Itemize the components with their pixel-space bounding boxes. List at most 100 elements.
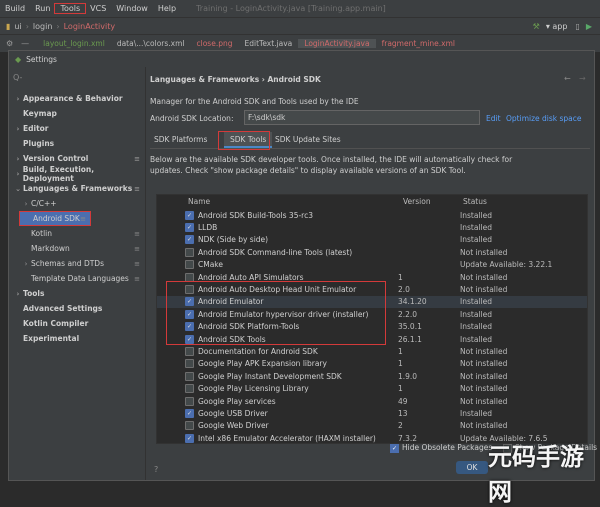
breadcrumb-ui[interactable]: ui [10, 22, 25, 31]
row-checkbox[interactable]: ✓ [185, 210, 194, 220]
tab-sdk-update-sites[interactable]: SDK Update Sites [275, 132, 341, 146]
table-row[interactable]: Documentation for Android SDK 1 Not instal… [157, 345, 587, 357]
sidebar-item-plugins[interactable]: Plugins [9, 136, 145, 151]
table-row[interactable]: CMake Update Available: 3.22.1 [157, 259, 587, 271]
row-checkbox[interactable]: ✓ [185, 223, 194, 233]
tab-layout-login[interactable]: layout_login.xml [37, 39, 111, 48]
back-arrow-icon[interactable]: ← [564, 74, 571, 83]
sidebar-item-tools[interactable]: › Tools [9, 286, 145, 301]
sidebar-item-build-execution-deployment[interactable]: › Build, Execution, Deployment [9, 164, 145, 183]
row-checkbox[interactable] [185, 371, 194, 381]
row-checkbox[interactable] [185, 247, 194, 257]
sidebar-item-editor[interactable]: › Editor [9, 121, 145, 136]
sidebar-item-android-sdk[interactable]: Android SDK ≡ [19, 211, 91, 226]
menu-tools[interactable]: Tools [54, 3, 87, 14]
project-settings-icon: ≡ [80, 214, 86, 223]
tab-loginactivity[interactable]: LoginActivity.java [298, 39, 376, 48]
settings-search-input[interactable]: Q- [13, 69, 141, 85]
table-row[interactable]: Google Play Licensing Library 1 Not instal… [157, 383, 587, 395]
run-config-select[interactable]: ▾ app [546, 22, 568, 31]
table-row[interactable]: Google Web Driver 2 Not installed [157, 420, 587, 432]
breadcrumb-login[interactable]: login [29, 22, 57, 31]
menu-run[interactable]: Run [30, 4, 55, 13]
row-checkbox[interactable] [185, 347, 194, 357]
sidebar-item-advanced-settings[interactable]: Advanced Settings [9, 301, 145, 316]
row-status: Not installed [460, 396, 508, 406]
sidebar-item-experimental[interactable]: Experimental [9, 331, 145, 346]
tab-sdk-platforms[interactable]: SDK Platforms [154, 132, 207, 146]
sidebar-item-schemas-and-dtds[interactable]: › Schemas and DTDs ≡ [9, 256, 145, 271]
minus-icon[interactable]: — [21, 39, 29, 48]
table-row[interactable]: Android SDK Command-line Tools (latest) N… [157, 246, 587, 258]
menu-vcs[interactable]: VCS [85, 4, 111, 13]
gear-icon[interactable]: ⚙ [6, 39, 13, 48]
sidebar-item-kotlin-compiler[interactable]: Kotlin Compiler [9, 316, 145, 331]
row-version: 26.1.1 [398, 334, 422, 344]
edit-link[interactable]: Edit [486, 114, 501, 123]
row-status: Update Available: 3.22.1 [460, 260, 553, 270]
row-checkbox[interactable] [185, 260, 194, 270]
table-row[interactable]: Google Play APK Expansion library 1 Not in… [157, 358, 587, 370]
row-checkbox[interactable] [185, 396, 194, 406]
row-status: Installed [460, 334, 492, 344]
sdk-location-value: F:\sdk\sdk [248, 113, 286, 122]
row-status: Not installed [460, 285, 508, 295]
dialog-title-bar: ◆ Settings [9, 51, 594, 67]
sidebar-item-kotlin[interactable]: Kotlin ≡ [9, 226, 145, 241]
row-name: LLDB [198, 223, 218, 233]
ok-button[interactable]: OK [456, 461, 488, 474]
device-icon[interactable]: ▯ [575, 22, 579, 31]
row-version: 1 [398, 359, 403, 369]
row-version: 49 [398, 396, 408, 406]
tab-fragment-mine[interactable]: fragment_mine.xml [376, 39, 461, 48]
tab-close-png[interactable]: close.png [191, 39, 239, 48]
column-version[interactable]: Version [403, 195, 431, 207]
tab-edittext[interactable]: EditText.java [238, 39, 298, 48]
hammer-icon[interactable]: ⚒ [533, 22, 540, 31]
menu-help[interactable]: Help [153, 4, 181, 13]
help-icon[interactable]: ? [154, 465, 158, 474]
row-version: 1 [398, 384, 403, 394]
project-settings-icon: ≡ [134, 154, 140, 163]
sidebar-item-keymap[interactable]: Keymap [9, 106, 145, 121]
table-row[interactable]: ✓ Android SDK Build-Tools 35-rc3 Installed [157, 209, 587, 221]
row-version: 34.1.20 [398, 297, 427, 307]
row-checkbox[interactable] [185, 421, 194, 431]
hide-obsolete-checkbox[interactable]: ✓ [390, 444, 399, 453]
column-name[interactable]: Name [188, 195, 210, 207]
menu-build[interactable]: Build [0, 4, 30, 13]
sidebar-item-label: Build, Execution, Deployment [22, 164, 95, 183]
table-row[interactable]: ✓ LLDB Installed [157, 221, 587, 233]
table-row[interactable]: ✓ Google USB Driver 13 Installed [157, 407, 587, 419]
row-version: 7.3.2 [398, 433, 418, 443]
table-row[interactable]: Google Play Instant Development SDK 1.9.0… [157, 370, 587, 382]
row-checkbox[interactable]: ✓ [185, 235, 194, 245]
table-row[interactable]: ✓ NDK (Side by side) Installed [157, 234, 587, 246]
sidebar-item-label: Languages & Frameworks [23, 184, 133, 193]
sidebar-item-template-data-languages[interactable]: Template Data Languages ≡ [9, 271, 145, 286]
optimize-disk-space-link[interactable]: Optimize disk space [506, 114, 582, 123]
row-checkbox[interactable] [185, 359, 194, 369]
table-row[interactable]: Google Play services 49 Not installed [157, 395, 587, 407]
sidebar-item-markdown[interactable]: Markdown ≡ [9, 241, 145, 256]
breadcrumb-loginactivity[interactable]: LoginActivity [60, 22, 120, 31]
run-config-label: app [552, 22, 568, 31]
run-icon[interactable]: ▶ [586, 22, 592, 31]
menu-window[interactable]: Window [111, 4, 153, 13]
sidebar-item-appearance-behavior[interactable]: › Appearance & Behavior [9, 91, 145, 106]
chevron-icon: › [16, 169, 20, 178]
column-status[interactable]: Status [463, 195, 487, 207]
forward-arrow-icon[interactable]: → [579, 74, 586, 83]
sidebar-item-c-c[interactable]: › C/C++ [9, 196, 145, 211]
row-checkbox[interactable] [185, 384, 194, 394]
row-name: Google Web Driver [198, 421, 269, 431]
project-settings-icon: ≡ [134, 184, 140, 193]
tab-colors[interactable]: data\...\colors.xml [111, 39, 191, 48]
row-checkbox[interactable]: ✓ [185, 409, 194, 419]
row-status: Installed [460, 322, 492, 332]
sdk-location-field[interactable]: F:\sdk\sdk [244, 110, 480, 125]
project-settings-icon: ≡ [134, 244, 140, 253]
sidebar-item-languages-frameworks[interactable]: ⌄ Languages & Frameworks ≡ [9, 181, 145, 196]
sidebar-item-label: Keymap [23, 109, 57, 118]
row-checkbox[interactable]: ✓ [185, 433, 194, 443]
